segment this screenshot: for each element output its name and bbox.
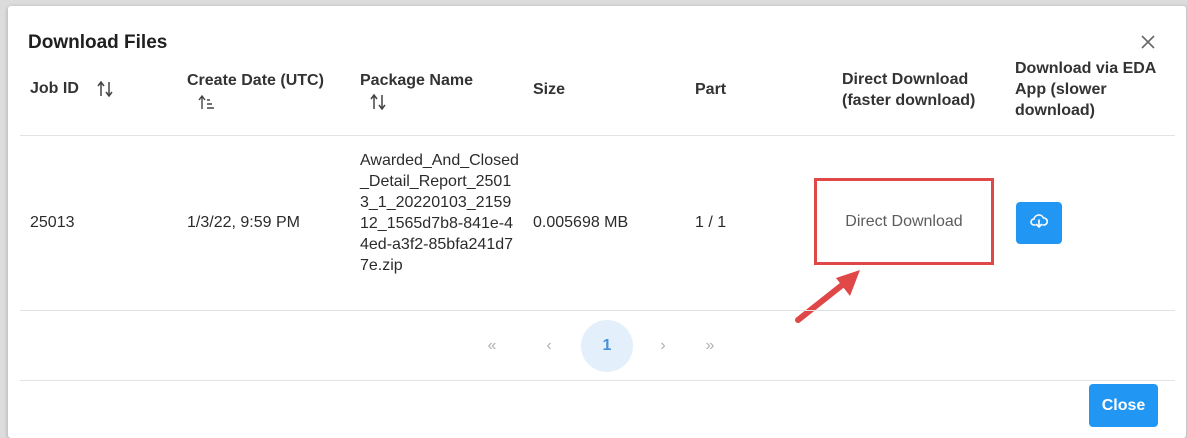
header-job-id[interactable]: Job ID	[30, 78, 115, 99]
last-page-button[interactable]: »	[692, 320, 728, 372]
prev-page-button[interactable]: ‹	[534, 320, 564, 372]
direct-download-label: Direct Download	[845, 212, 963, 230]
header-direct-download: Direct Download (faster download)	[842, 71, 976, 109]
row-divider	[20, 310, 1175, 311]
dialog-title: Download Files	[28, 32, 168, 53]
direct-download-button[interactable]: Direct Download	[814, 178, 994, 265]
cloud-download-icon	[1030, 213, 1049, 234]
annotation-arrow-icon	[795, 270, 860, 323]
header-divider	[20, 135, 1175, 136]
header-job-id-label: Job ID	[30, 80, 79, 97]
close-icon[interactable]	[1138, 32, 1158, 52]
cell-package-name: Awarded_And_Closed_Detail_Report_25013_1…	[360, 152, 519, 274]
cell-job-id: 25013	[30, 214, 75, 231]
sort-icon[interactable]	[368, 93, 388, 111]
footer-divider	[20, 380, 1175, 381]
first-page-button[interactable]: «	[474, 320, 510, 372]
header-eda-download: Download via EDA App (slower download)	[1015, 60, 1156, 119]
header-create-date[interactable]: Create Date (UTC)	[187, 70, 337, 112]
sort-icon[interactable]	[95, 80, 115, 98]
header-package-name[interactable]: Package Name	[360, 70, 490, 112]
header-part: Part	[695, 81, 727, 98]
cell-part: 1 / 1	[695, 214, 727, 231]
header-size: Size	[533, 81, 566, 98]
download-files-dialog: Download Files Job ID Create Date (UTC) …	[8, 6, 1186, 438]
cell-size: 0.005698 MB	[533, 214, 629, 231]
sort-ascending-icon[interactable]	[197, 94, 217, 110]
header-create-date-label: Create Date (UTC)	[187, 72, 324, 89]
next-page-button[interactable]: ›	[648, 320, 678, 372]
header-package-name-label: Package Name	[360, 72, 473, 89]
eda-download-button[interactable]	[1016, 202, 1062, 244]
page-1-button[interactable]: 1	[581, 320, 633, 372]
close-button[interactable]: Close	[1089, 384, 1158, 427]
cell-create-date: 1/3/22, 9:59 PM	[187, 214, 300, 231]
